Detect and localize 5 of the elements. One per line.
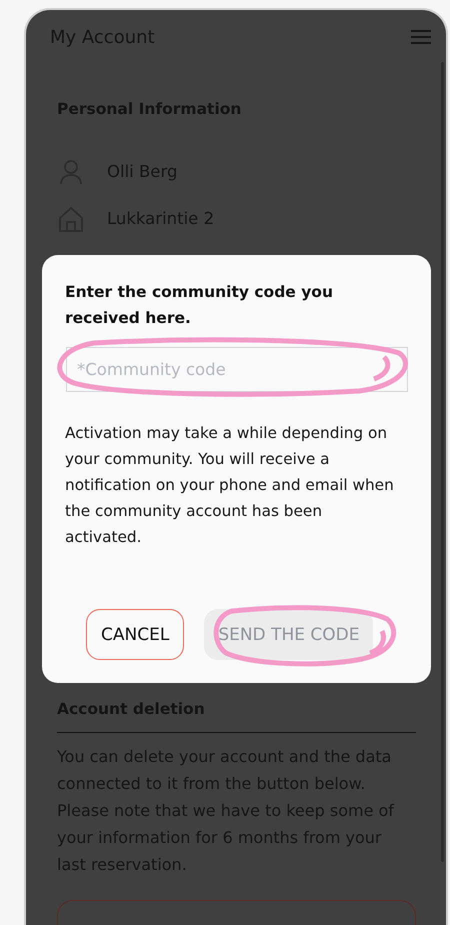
code-input-field[interactable]: *Community code	[66, 347, 408, 392]
menu-icon[interactable]	[410, 29, 432, 45]
dialog-title: Enter the community code you received here.	[65, 282, 334, 329]
dialog-message: Activation may take a while depending on your community. You will receive a notification on your phone and email when the community account has been activated.	[65, 423, 395, 548]
cancel-button[interactable]: CANCEL	[86, 609, 184, 660]
